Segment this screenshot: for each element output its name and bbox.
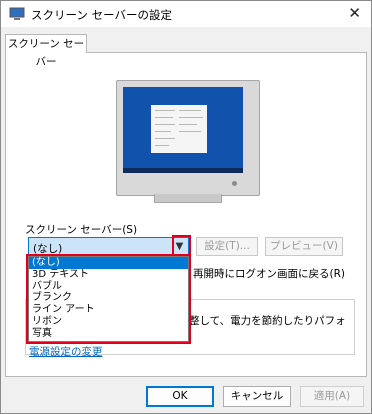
preview-screen (123, 87, 243, 173)
dialog-window: スクリーン セーバーの設定 ✕ スクリーン セーバー スクリーン セーバー(S)… (0, 0, 372, 414)
tab-screensaver[interactable]: スクリーン セーバー (5, 34, 87, 68)
highlight-box-list (26, 254, 191, 344)
cancel-button[interactable]: キャンセル (223, 386, 291, 407)
close-icon[interactable]: ✕ (348, 4, 361, 22)
ok-button[interactable]: OK (146, 386, 214, 407)
highlight-box-arrow (172, 235, 191, 256)
title-bar: スクリーン セーバーの設定 ✕ (1, 1, 371, 27)
monitor-stand (154, 194, 222, 203)
power-description: 整して、電力を節約したりパフォ (189, 315, 346, 327)
preview-window-thumbnail (151, 105, 207, 153)
change-power-settings-link[interactable]: 電源設定の変更 (29, 344, 103, 359)
monitor-bezel (116, 80, 260, 196)
screensaver-label: スクリーン セーバー(S) (25, 224, 138, 236)
apply-button[interactable]: 適用(A) (300, 386, 364, 407)
resume-logon-checkbox-label[interactable]: 再開時にログオン画面に戻る(R) (193, 266, 345, 281)
settings-button[interactable]: 設定(T)... (196, 237, 258, 256)
preview-taskbar (123, 168, 243, 173)
preview-button[interactable]: プレビュー(V) (265, 237, 343, 256)
window-title: スクリーン セーバーの設定 (31, 8, 172, 22)
power-led-icon (232, 181, 237, 186)
monitor-preview (116, 80, 260, 204)
display-settings-icon (9, 7, 25, 20)
